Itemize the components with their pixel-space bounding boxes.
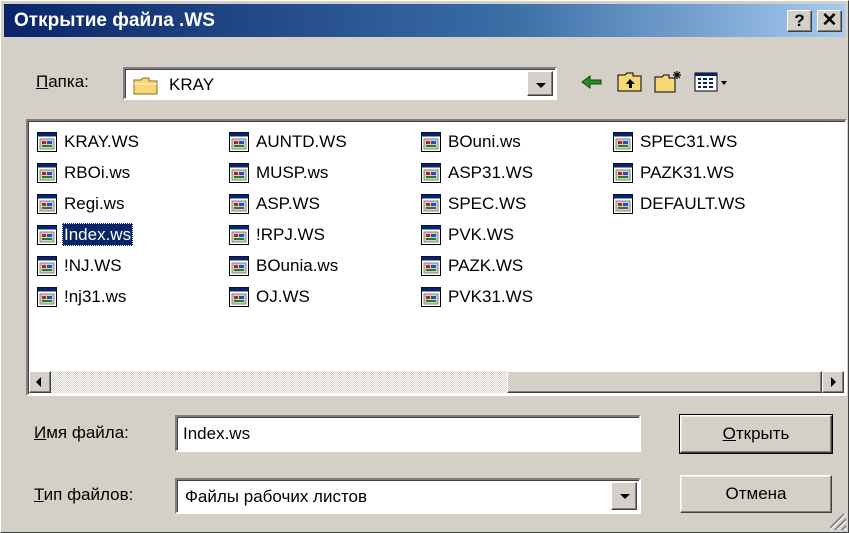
file-name: PVK.WS bbox=[448, 225, 515, 244]
scroll-left-button[interactable] bbox=[29, 371, 51, 393]
cancel-button-label: Отмена bbox=[725, 484, 787, 503]
open-button[interactable]: Открыть bbox=[679, 414, 833, 454]
worksheet-file-icon bbox=[37, 194, 57, 214]
worksheet-file-icon bbox=[37, 225, 57, 245]
filetype-value: Файлы рабочих листов bbox=[185, 487, 368, 506]
file-name: !NJ.WS bbox=[64, 256, 122, 275]
resize-grip[interactable] bbox=[830, 514, 846, 530]
worksheet-file-icon bbox=[37, 163, 57, 183]
file-name: DEFAULT.WS bbox=[640, 194, 746, 213]
filetype-label: Тип файлов: bbox=[34, 485, 134, 504]
worksheet-file-icon bbox=[421, 287, 441, 307]
file-name: Index.ws bbox=[62, 223, 134, 246]
horizontal-scrollbar[interactable] bbox=[29, 371, 844, 393]
worksheet-file-icon bbox=[421, 132, 441, 152]
worksheet-file-icon bbox=[37, 132, 57, 152]
file-name: !nj31.ws bbox=[64, 287, 127, 306]
folder-value: KRAY bbox=[169, 75, 215, 94]
folder-label: Папка: bbox=[36, 72, 89, 91]
worksheet-file-icon bbox=[229, 225, 249, 245]
help-button[interactable]: ? bbox=[787, 10, 812, 32]
file-name: SPEC31.WS bbox=[640, 132, 738, 151]
view-menu-icon[interactable] bbox=[693, 69, 731, 95]
open-button-label: Открыть bbox=[722, 424, 790, 443]
worksheet-file-icon bbox=[37, 287, 57, 307]
file-name: MUSP.ws bbox=[256, 163, 329, 182]
file-name: SPEC.WS bbox=[448, 194, 527, 213]
close-button[interactable]: ✕ bbox=[817, 10, 842, 32]
worksheet-file-icon bbox=[229, 256, 249, 276]
file-name: BOunia.ws bbox=[256, 256, 339, 275]
worksheet-file-icon bbox=[421, 163, 441, 183]
worksheet-file-icon bbox=[421, 225, 441, 245]
cancel-button[interactable]: Отмена bbox=[680, 475, 832, 513]
scroll-right-button[interactable] bbox=[822, 371, 844, 393]
folder-icon bbox=[133, 77, 158, 95]
worksheet-file-icon bbox=[613, 194, 633, 214]
worksheet-file-icon bbox=[229, 194, 249, 214]
file-name: OJ.WS bbox=[256, 287, 310, 306]
filename-label: Имя файла: bbox=[34, 423, 129, 442]
file-name: ASP.WS bbox=[256, 194, 320, 213]
worksheet-file-icon bbox=[421, 194, 441, 214]
open-file-dialog: Открытие файла .WS ? ✕ Папка: KRAY KRAY.… bbox=[0, 0, 849, 533]
filetype-combobox[interactable]: Файлы рабочих листов bbox=[175, 478, 641, 514]
worksheet-file-icon bbox=[229, 132, 249, 152]
filetype-dropdown-button[interactable] bbox=[611, 482, 637, 510]
worksheet-file-icon bbox=[613, 132, 633, 152]
up-folder-icon[interactable] bbox=[615, 69, 645, 95]
folder-combobox[interactable]: KRAY bbox=[123, 67, 557, 100]
folder-dropdown-button[interactable] bbox=[527, 71, 553, 96]
new-folder-icon[interactable] bbox=[653, 69, 683, 95]
file-name: RBOi.ws bbox=[64, 163, 131, 182]
file-name: PAZK31.WS bbox=[640, 163, 735, 182]
file-name: BOuni.ws bbox=[448, 132, 521, 151]
worksheet-file-icon bbox=[37, 256, 57, 276]
title-bar[interactable]: Открытие файла .WS ? ✕ bbox=[4, 4, 845, 37]
file-name: AUNTD.WS bbox=[256, 132, 347, 151]
dialog-title: Открытие файла .WS bbox=[14, 10, 215, 31]
worksheet-file-icon bbox=[613, 163, 633, 183]
file-list[interactable]: KRAY.WS RBOi.ws Regi.ws Index.ws !NJ.WS !nj31… bbox=[26, 119, 847, 396]
file-name: !RPJ.WS bbox=[256, 225, 325, 244]
file-name: PAZK.WS bbox=[448, 256, 524, 275]
file-name: Regi.ws bbox=[64, 194, 125, 213]
close-icon: ✕ bbox=[821, 10, 838, 31]
worksheet-file-icon bbox=[421, 256, 441, 276]
scrollbar-thumb[interactable] bbox=[507, 371, 822, 393]
worksheet-file-icon bbox=[229, 163, 249, 183]
file-name: ASP31.WS bbox=[448, 163, 534, 182]
file-name: KRAY.WS bbox=[64, 132, 139, 151]
back-arrow-icon[interactable] bbox=[577, 69, 607, 95]
worksheet-file-icon bbox=[229, 287, 249, 307]
filename-input[interactable] bbox=[175, 415, 641, 452]
file-name: PVK31.WS bbox=[448, 287, 534, 306]
